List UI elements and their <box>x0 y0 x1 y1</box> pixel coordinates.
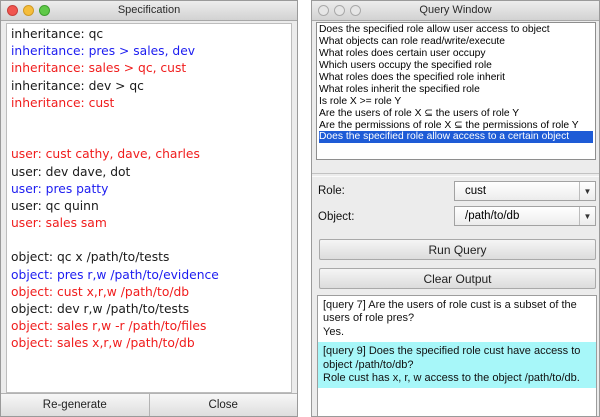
output-entry: [query 9] Does the specified role cust h… <box>318 342 596 389</box>
spec-line: user: dev dave, dot <box>11 164 131 179</box>
window-title: Specification <box>117 4 181 16</box>
spec-line: inheritance: pres > sales, dev <box>11 44 196 59</box>
spec-line: object: pres r,w /path/to/evidence <box>11 267 219 282</box>
role-label: Role: <box>318 185 345 197</box>
query-window: Query Window Does the specified role all… <box>311 0 600 417</box>
spec-line: object: cust x,r,w /path/to/db <box>11 284 190 299</box>
query-list-item[interactable]: What roles does the specified role inher… <box>319 72 593 84</box>
spec-line: user: sales sam <box>11 216 107 231</box>
button-bar: Re-generate Close <box>1 393 297 416</box>
query-list-item[interactable]: Does the specified role allow access to … <box>319 131 593 144</box>
query-list[interactable]: Does the specified role allow user acces… <box>316 22 596 160</box>
spec-line <box>11 112 287 129</box>
role-select-value: cust <box>465 185 487 197</box>
run-query-button[interactable]: Run Query <box>319 239 596 260</box>
title-bar: Query Window <box>312 1 599 21</box>
spec-line: object: sales r,w -r /path/to/files <box>11 319 207 334</box>
query-list-item[interactable]: What roles does certain user occupy <box>319 48 593 60</box>
role-select[interactable]: cust ▼ <box>454 181 596 201</box>
spec-line <box>11 129 287 146</box>
regenerate-button[interactable]: Re-generate <box>1 394 150 416</box>
query-list-item[interactable]: Are the users of role X ⊆ the users of r… <box>319 108 593 120</box>
spec-line: object: sales x,r,w /path/to/db <box>11 336 195 351</box>
specification-text-area[interactable]: inheritance: qc inheritance: pres > sales… <box>6 23 292 393</box>
title-bar: Specification <box>1 1 297 21</box>
query-list-item[interactable]: Which users occupy the specified role <box>319 60 593 72</box>
spec-line: user: cust cathy, dave, charles <box>11 147 200 162</box>
query-list-item[interactable]: Does the specified role allow user acces… <box>319 24 593 36</box>
spec-line: inheritance: cust <box>11 95 115 110</box>
query-list-item[interactable]: Are the permissions of role X ⊆ the perm… <box>319 120 593 132</box>
window-title: Query Window <box>419 4 492 16</box>
output-area[interactable]: [query 7] Are the users of role cust is … <box>317 295 597 416</box>
spec-line: inheritance: qc <box>11 27 104 41</box>
output-entry: [query 7] Are the users of role cust is … <box>323 299 577 338</box>
clear-output-button[interactable]: Clear Output <box>319 268 596 289</box>
close-button[interactable]: Close <box>149 394 297 416</box>
object-label: Object: <box>318 211 355 223</box>
specification-window: Specification inheritance: qc inheritance… <box>0 0 298 417</box>
query-list-item[interactable]: What roles inherit the specified role <box>319 84 593 96</box>
divider <box>312 173 599 177</box>
spec-line <box>11 232 287 249</box>
query-list-item[interactable]: What objects can role read/write/execute <box>319 36 593 48</box>
spec-line: inheritance: dev > qc <box>11 78 144 93</box>
object-select[interactable]: /path/to/db ▼ <box>454 206 596 226</box>
object-select-value: /path/to/db <box>465 210 520 222</box>
spec-line: object: qc x /path/to/tests <box>11 250 170 265</box>
spec-line: user: qc quinn <box>11 198 99 213</box>
chevron-down-icon[interactable]: ▼ <box>579 182 595 200</box>
spec-line: user: pres patty <box>11 181 109 196</box>
chevron-down-icon[interactable]: ▼ <box>579 207 595 225</box>
spec-line: inheritance: sales > qc, cust <box>11 61 187 76</box>
query-list-item[interactable]: Is role X >= role Y <box>319 96 593 108</box>
spec-line: object: dev r,w /path/to/tests <box>11 302 190 316</box>
